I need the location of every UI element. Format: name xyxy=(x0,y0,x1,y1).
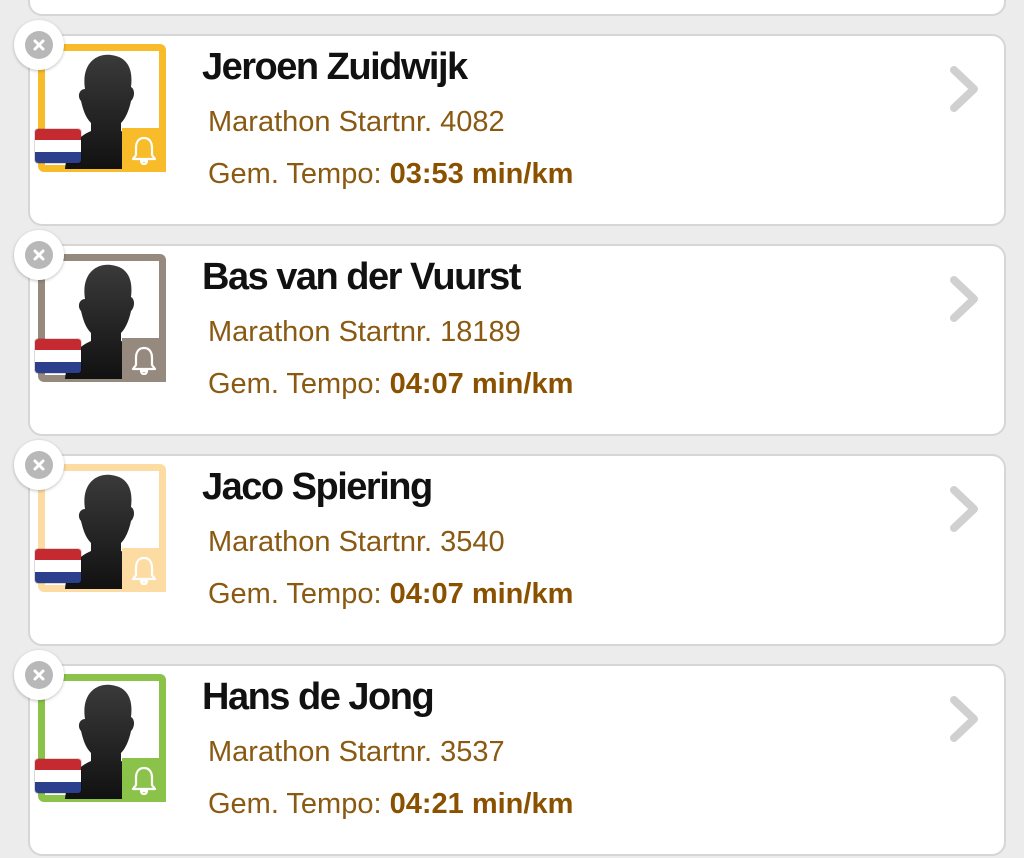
chevron-right-icon[interactable] xyxy=(946,274,982,324)
remove-runner-button[interactable] xyxy=(14,650,64,700)
tempo-line: Gem. Tempo: 04:07 min/km xyxy=(208,578,573,611)
start-number: 4082 xyxy=(440,106,505,138)
event-label: Marathon Startnr. xyxy=(208,526,433,558)
close-icon xyxy=(25,661,53,689)
runner-card[interactable]: Bas van der Vuurst Marathon Startnr. 181… xyxy=(14,230,1006,436)
close-icon xyxy=(25,31,53,59)
chevron-right-icon[interactable] xyxy=(946,484,982,534)
runner-card[interactable]: Hans de Jong Marathon Startnr. 3537 Gem.… xyxy=(14,650,1006,856)
avatar-frame xyxy=(35,674,166,802)
netherlands-flag xyxy=(35,339,81,373)
start-number: 3540 xyxy=(440,526,505,558)
start-number-line: Marathon Startnr. 18189 xyxy=(208,316,521,349)
chevron-right-icon[interactable] xyxy=(946,694,982,744)
remove-runner-button[interactable] xyxy=(14,440,64,490)
event-label: Marathon Startnr. xyxy=(208,736,433,768)
start-number-line: Marathon Startnr. 4082 xyxy=(208,106,505,139)
tempo-value: 04:21 min/km xyxy=(389,788,574,820)
start-number: 18189 xyxy=(440,316,521,348)
event-label: Marathon Startnr. xyxy=(208,106,433,138)
tempo-value: 03:53 min/km xyxy=(389,158,574,190)
tempo-label: Gem. Tempo: xyxy=(208,788,382,820)
start-number: 3537 xyxy=(440,736,505,768)
close-icon xyxy=(25,451,53,479)
tempo-label: Gem. Tempo: xyxy=(208,368,382,400)
tempo-line: Gem. Tempo: 04:07 min/km xyxy=(208,368,573,401)
tempo-label: Gem. Tempo: xyxy=(208,158,382,190)
bell-icon[interactable] xyxy=(122,128,166,172)
remove-runner-button[interactable] xyxy=(14,230,64,280)
runner-name: Bas van der Vuurst xyxy=(202,256,521,298)
runner-card[interactable]: Jaco Spiering Marathon Startnr. 3540 Gem… xyxy=(14,440,1006,646)
remove-runner-button[interactable] xyxy=(14,20,64,70)
tempo-value: 04:07 min/km xyxy=(389,368,574,400)
runner-card[interactable]: Jeroen Zuidwijk Marathon Startnr. 4082 G… xyxy=(14,20,1006,226)
runner-name: Hans de Jong xyxy=(202,676,435,718)
bell-icon[interactable] xyxy=(122,548,166,592)
netherlands-flag xyxy=(35,759,81,793)
runner-list: Jeroen Zuidwijk Marathon Startnr. 4082 G… xyxy=(0,0,1024,858)
tempo-line: Gem. Tempo: 03:53 min/km xyxy=(208,158,573,191)
start-number-line: Marathon Startnr. 3537 xyxy=(208,736,505,769)
chevron-right-icon[interactable] xyxy=(946,64,982,114)
runner-name: Jeroen Zuidwijk xyxy=(202,46,468,88)
avatar-frame xyxy=(35,44,166,172)
close-icon xyxy=(25,241,53,269)
event-label: Marathon Startnr. xyxy=(208,316,433,348)
runner-name: Jaco Spiering xyxy=(202,466,433,508)
start-number-line: Marathon Startnr. 3540 xyxy=(208,526,505,559)
netherlands-flag xyxy=(35,129,81,163)
tempo-line: Gem. Tempo: 04:21 min/km xyxy=(208,788,573,821)
bell-icon[interactable] xyxy=(122,758,166,802)
bell-icon[interactable] xyxy=(122,338,166,382)
avatar-frame xyxy=(35,464,166,592)
previous-card-edge[interactable] xyxy=(28,0,1006,16)
tempo-label: Gem. Tempo: xyxy=(208,578,382,610)
avatar-frame xyxy=(35,254,166,382)
tempo-value: 04:07 min/km xyxy=(389,578,574,610)
netherlands-flag xyxy=(35,549,81,583)
